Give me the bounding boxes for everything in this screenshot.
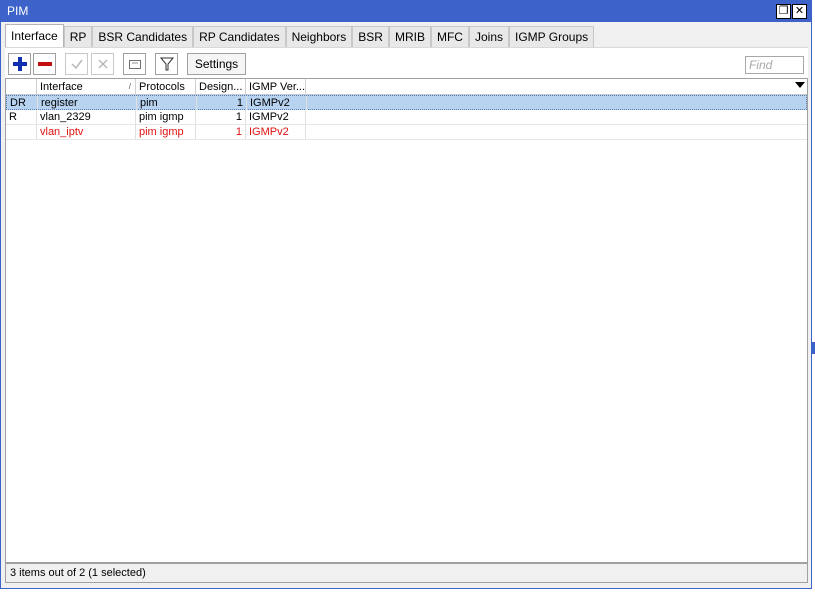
tab-bsr[interactable]: BSR <box>352 26 389 47</box>
title-bar[interactable]: PIM ❐ ✕ <box>1 1 811 22</box>
tab-neighbors[interactable]: Neighbors <box>285 26 353 47</box>
column-header-interface-label: Interface <box>40 81 83 93</box>
comment-button[interactable] <box>123 53 146 75</box>
tab-mfc[interactable]: MFC <box>430 26 469 47</box>
add-button[interactable] <box>8 53 31 75</box>
cell-designated: 1 <box>196 125 246 139</box>
filter-button[interactable] <box>155 53 178 75</box>
pim-window: PIM ❐ ✕ Interface RP BSR Candidates RP C… <box>0 0 812 589</box>
background-window-edge <box>811 342 815 354</box>
cell-flag: DR <box>7 96 38 110</box>
table-row[interactable]: R vlan_2329 pim igmp 1 IGMPv2 <box>6 110 807 125</box>
cell-designated: 1 <box>196 110 246 124</box>
cell-igmp-version: IGMPv2 <box>246 125 306 139</box>
columns-dropdown-icon[interactable] <box>795 82 805 88</box>
cell-flag <box>6 125 37 139</box>
window-title: PIM <box>7 4 29 18</box>
find-input[interactable] <box>745 56 804 74</box>
sort-indicator: / <box>128 82 131 91</box>
table-row[interactable]: vlan_iptv pim igmp 1 IGMPv2 <box>6 125 807 140</box>
status-bar: 3 items out of 2 (1 selected) <box>5 563 808 583</box>
restore-button[interactable]: ❐ <box>776 4 791 19</box>
cross-icon <box>97 59 108 69</box>
cell-interface: vlan_2329 <box>37 110 136 124</box>
restore-icon: ❐ <box>778 5 789 17</box>
tab-mrib[interactable]: MRIB <box>388 26 431 47</box>
cell-flag: R <box>6 110 37 124</box>
tab-strip: Interface RP BSR Candidates RP Candidate… <box>5 24 809 47</box>
column-header-flags[interactable] <box>6 79 37 95</box>
column-header-igmp-version[interactable]: IGMP Ver... <box>246 79 306 95</box>
comment-icon <box>128 60 141 69</box>
close-icon: ✕ <box>794 5 805 17</box>
close-button[interactable]: ✕ <box>792 4 807 19</box>
remove-button[interactable] <box>33 53 56 75</box>
cell-protocols: pim igmp <box>136 110 196 124</box>
cell-protocols: pim igmp <box>136 125 196 139</box>
disable-button[interactable] <box>91 53 114 75</box>
check-icon <box>70 59 83 70</box>
column-header-designated[interactable]: Design... <box>196 79 246 95</box>
plus-icon <box>12 57 27 71</box>
column-header-interface[interactable]: Interface / <box>37 79 136 95</box>
enable-button[interactable] <box>65 53 88 75</box>
table-header: Interface / Protocols Design... IGMP Ver… <box>6 79 807 95</box>
tab-bsr-candidates[interactable]: BSR Candidates <box>92 26 194 47</box>
interface-table: Interface / Protocols Design... IGMP Ver… <box>5 78 808 563</box>
filter-icon <box>159 57 174 71</box>
settings-button[interactable]: Settings <box>187 53 246 75</box>
tab-interface[interactable]: Interface <box>5 24 64 47</box>
cell-protocols: pim <box>137 96 197 110</box>
column-header-protocols[interactable]: Protocols <box>136 79 196 95</box>
cell-igmp-version: IGMPv2 <box>246 110 306 124</box>
tab-rp-candidates[interactable]: RP Candidates <box>193 26 286 47</box>
toolbar: Settings <box>5 47 808 78</box>
cell-designated: 1 <box>197 96 247 110</box>
table-row[interactable]: DR register pim 1 IGMPv2 <box>6 95 807 110</box>
tab-joins[interactable]: Joins <box>468 26 509 47</box>
cell-interface: register <box>38 96 137 110</box>
cell-igmp-version: IGMPv2 <box>247 96 307 110</box>
minus-icon <box>37 62 52 66</box>
cell-interface: vlan_iptv <box>37 125 136 139</box>
tab-igmp-groups[interactable]: IGMP Groups <box>509 26 595 47</box>
tab-rp[interactable]: RP <box>63 26 93 47</box>
